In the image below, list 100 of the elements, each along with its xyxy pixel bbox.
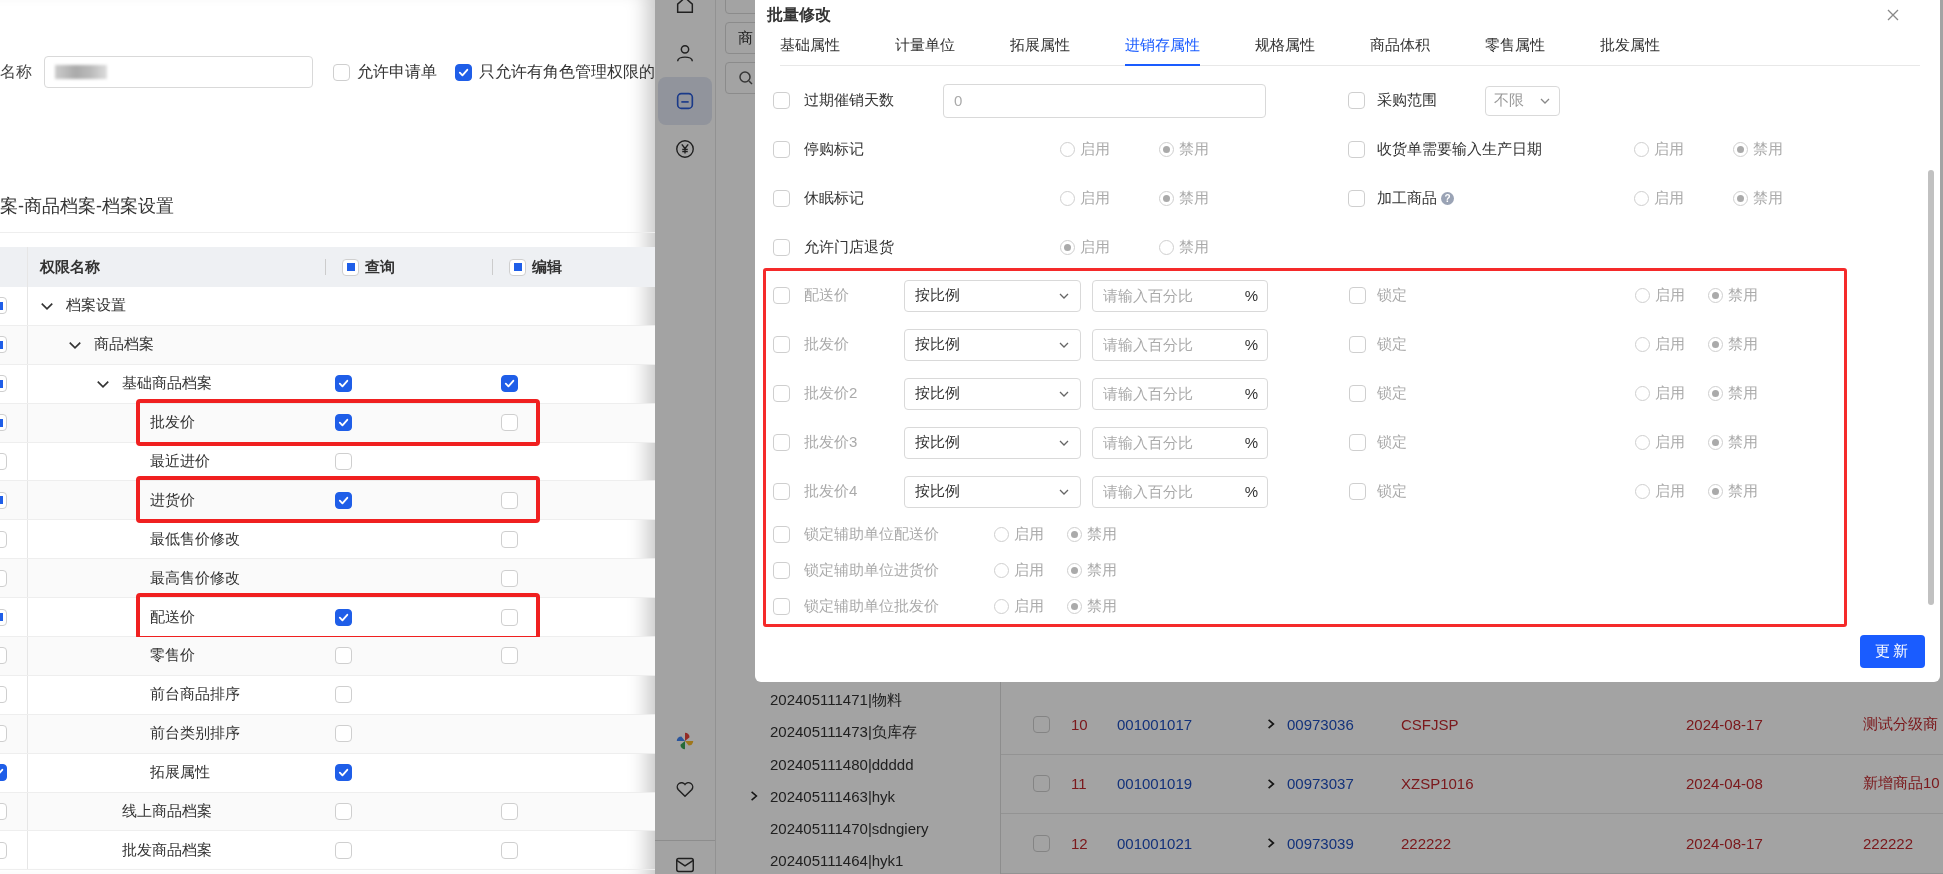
scrollbar-thumb[interactable]: [1928, 170, 1934, 605]
pinwheel-icon: [674, 730, 696, 752]
radio-button[interactable]: [1159, 240, 1174, 255]
tree-item[interactable]: 202405111480|ddddd: [770, 755, 914, 773]
setting-label: 批发价4: [804, 482, 858, 499]
radio-button[interactable]: [1060, 240, 1075, 255]
permission-name: 配送价: [150, 607, 195, 627]
dropdown[interactable]: 按比例: [904, 328, 1081, 361]
radio-button[interactable]: [1067, 598, 1082, 614]
tree-item[interactable]: 202405111470|sdngiery: [770, 819, 929, 837]
setting-label: 配送价: [804, 286, 849, 303]
radio-label: 禁用: [1728, 286, 1758, 305]
checkbox[interactable]: [335, 491, 352, 509]
radio-button[interactable]: [1634, 142, 1649, 157]
checkbox[interactable]: [455, 63, 472, 81]
checkbox-label: 锁定: [1377, 335, 1407, 352]
radio-label: 禁用: [1753, 140, 1783, 159]
radio-button[interactable]: [1708, 484, 1723, 499]
radio-label: 启用: [1655, 286, 1685, 305]
permission-name: 最高售价修改: [150, 568, 240, 588]
dropdown[interactable]: 按比例: [904, 279, 1081, 312]
user-icon: [674, 42, 696, 64]
dropdown[interactable]: 按比例: [904, 426, 1081, 459]
checkbox[interactable]: [335, 764, 352, 782]
radio-button[interactable]: [1060, 191, 1075, 206]
tab[interactable]: 商品体积: [1370, 30, 1430, 66]
radio-button[interactable]: [1159, 191, 1174, 206]
radio-label: 启用: [1014, 524, 1044, 544]
checkbox[interactable]: [335, 375, 352, 393]
radio-button[interactable]: [994, 526, 1009, 542]
radio-button[interactable]: [1635, 435, 1650, 450]
checkbox[interactable]: [335, 414, 352, 432]
radio-button[interactable]: [1635, 484, 1650, 499]
radio-button[interactable]: [994, 598, 1009, 614]
radio-button[interactable]: [1067, 562, 1082, 578]
table-cell: 00973037: [1287, 775, 1354, 793]
tab[interactable]: 批发属性: [1600, 30, 1660, 66]
radio-label: 禁用: [1728, 433, 1758, 452]
setting-label: 收货单需要输入生产日期: [1377, 140, 1542, 159]
radio-label: 禁用: [1179, 238, 1209, 257]
radio-button[interactable]: [1708, 386, 1723, 401]
chevron-icon[interactable]: [1265, 718, 1277, 731]
table-cell: 222222: [1863, 834, 1914, 852]
tab[interactable]: 基础属性: [780, 30, 840, 66]
checkbox-label: 允许申请单: [357, 61, 437, 82]
tab[interactable]: 零售属性: [1485, 30, 1545, 66]
checkbox-label: 只允许有角色管理权限的: [479, 61, 655, 82]
column-header: 权限名称: [40, 257, 100, 277]
radio-button[interactable]: [1733, 142, 1748, 157]
dropdown[interactable]: 按比例: [904, 475, 1081, 508]
table-row[interactable]: 10 001001017 00973036 CSFJSP 2024-08-17 测试分级商: [1001, 695, 1943, 755]
unit-label: %: [1244, 335, 1258, 353]
radio-button[interactable]: [994, 562, 1009, 578]
tab[interactable]: 拓展属性: [1010, 30, 1070, 66]
radio-button[interactable]: [1634, 191, 1649, 206]
checkbox[interactable]: [501, 375, 518, 393]
permission-name: 批发价: [150, 413, 195, 433]
tab[interactable]: 计量单位: [895, 30, 955, 66]
close-icon[interactable]: [1886, 8, 1900, 22]
checkbox-label: 锁定: [1377, 286, 1407, 303]
radio-label: 禁用: [1087, 596, 1117, 616]
radio-button[interactable]: [1708, 288, 1723, 303]
table-cell: 2024-08-17: [1686, 715, 1763, 733]
setting-label: 允许门店退货: [804, 238, 894, 257]
checkbox[interactable]: [335, 608, 352, 626]
radio-label: 启用: [1655, 335, 1685, 354]
search-icon: [738, 70, 754, 86]
sidebar-item[interactable]: [658, 77, 712, 125]
chevron-icon[interactable]: [1265, 777, 1277, 790]
table-row[interactable]: 11 001001019 00973037 XZSP1016 2024-04-08 新增商品10: [1001, 754, 1943, 814]
tree-item[interactable]: 202405111473|负库存: [770, 722, 917, 742]
update-button[interactable]: 更新: [1860, 635, 1925, 668]
chevron-icon[interactable]: [748, 790, 760, 802]
radio-button[interactable]: [1635, 288, 1650, 303]
radio-button[interactable]: [1708, 337, 1723, 352]
tab[interactable]: 规格属性: [1255, 30, 1315, 66]
tree-item[interactable]: 202405111463|hyk: [770, 787, 896, 805]
radio-button[interactable]: [1060, 142, 1075, 157]
chevron-icon[interactable]: [1265, 837, 1277, 850]
radio-button[interactable]: [1733, 191, 1748, 206]
radio-button[interactable]: [1159, 142, 1174, 157]
radio-button[interactable]: [1635, 386, 1650, 401]
radio-button[interactable]: [1635, 337, 1650, 352]
checkbox-label: 锁定: [1377, 482, 1407, 499]
table-row[interactable]: 12 001001021 00973039 222222 2024-08-17 222222: [1001, 814, 1943, 874]
yen-icon: [674, 138, 696, 160]
unit-label: %: [1244, 286, 1258, 304]
tree-item[interactable]: 202405111471|物料: [770, 690, 902, 710]
tree-item[interactable]: 202405111464|hyk1: [770, 851, 904, 869]
tab[interactable]: 进销存属性: [1125, 30, 1200, 66]
blurred-value: [55, 65, 108, 79]
dropdown[interactable]: 按比例: [904, 377, 1081, 410]
input-field[interactable]: 0: [943, 83, 1266, 118]
setting-label: 批发价: [804, 335, 849, 352]
radio-button[interactable]: [1708, 435, 1723, 450]
table-cell: XZSP1016: [1401, 775, 1474, 793]
radio-label: 启用: [1654, 189, 1684, 208]
radio-button[interactable]: [1067, 526, 1082, 542]
table-cell: 测试分级商: [1863, 714, 1938, 732]
name-field[interactable]: [44, 56, 313, 88]
